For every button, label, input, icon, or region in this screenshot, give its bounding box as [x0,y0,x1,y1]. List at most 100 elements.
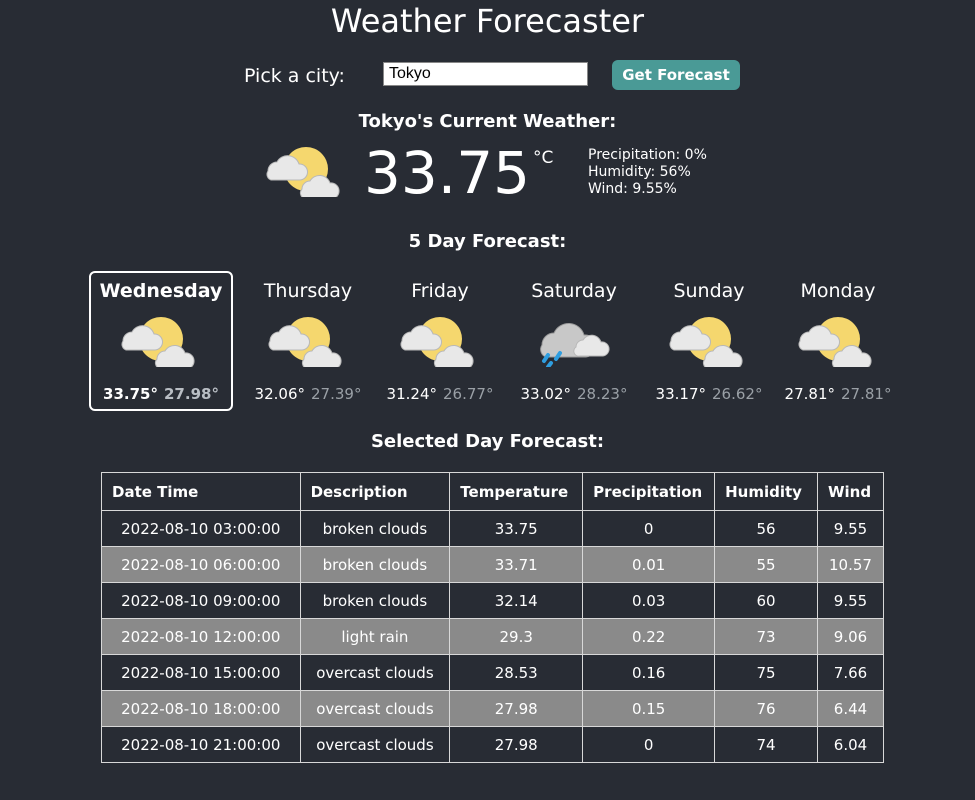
datetime-cell: 2022-08-10 15:00:00 [101,654,301,691]
day-temperatures: 33.75° 27.98° [91,385,231,403]
wind-cell: 9.55 [817,582,884,619]
temperature-cell: 32.14 [449,582,584,619]
temperature-cell: 29.3 [449,618,584,655]
description-cell: broken clouds [299,510,451,547]
column-header: Humidity [714,472,818,511]
day-name: Saturday [531,280,617,302]
table-row: 2022-08-10 12:00:00 light rain 29.3 0.22… [101,618,884,655]
wind-cell: 9.55 [817,510,884,547]
table-header-row: Date Time Description Temperature Precip… [101,472,884,511]
column-header: Wind [817,472,884,511]
day-temperatures: 33.17° 26.62° [642,385,776,403]
selected-day-heading: Selected Day Forecast: [370,431,605,452]
get-forecast-button[interactable]: Get Forecast [612,60,740,90]
day-card-thursday[interactable]: Thursday 32.06° 27.39° [237,271,379,411]
city-picker: Pick a city: Get Forecast [0,60,975,92]
five-day-forecast: Wednesday 33.75° 27.98° Thursday 32.06° … [0,271,975,411]
partly-cloudy-icon [794,315,882,370]
city-picker-label: Pick a city: [244,65,345,87]
humidity-cell: 56 [714,510,818,547]
day-temperatures: 33.02° 28.23° [506,385,642,403]
day-low: 27.39° [311,385,362,403]
day-temperatures: 27.81° 27.81° [776,385,900,403]
day-card-wednesday[interactable]: Wednesday 33.75° 27.98° [89,271,233,411]
selected-day-table: Date Time Description Temperature Precip… [101,472,884,763]
column-header: Precipitation [582,472,716,511]
day-name: Sunday [673,280,745,302]
datetime-cell: 2022-08-10 03:00:00 [101,510,301,547]
day-name: Thursday [263,280,353,302]
wind-cell: 6.44 [817,690,884,727]
weather-app: Weather Forecaster Pick a city: Get Fore… [0,0,975,800]
temperature-cell: 33.75 [449,510,584,547]
day-card-saturday[interactable]: Saturday 33.02° 28.23° [506,271,642,411]
datetime-cell: 2022-08-10 18:00:00 [101,690,301,727]
precipitation-cell: 0.03 [582,582,716,619]
precipitation-cell: 0.01 [582,546,716,583]
current-details: Precipitation: 0% Humidity: 56% Wind: 9.… [588,147,707,198]
day-card-sunday[interactable]: Sunday 33.17° 26.62° [642,271,776,411]
day-low: 27.81° [841,385,892,403]
table-row: 2022-08-10 18:00:00 overcast clouds 27.9… [101,690,884,727]
datetime-cell: 2022-08-10 09:00:00 [101,582,301,619]
day-high: 33.17° [655,385,706,403]
table-row: 2022-08-10 09:00:00 broken clouds 32.14 … [101,582,884,619]
day-temperatures: 31.24° 26.77° [374,385,506,403]
current-wind: Wind: 9.55% [588,181,677,197]
rain-cloud-icon [530,315,618,369]
precipitation-cell: 0 [582,726,716,763]
day-low: 26.77° [443,385,494,403]
day-high: 33.02° [520,385,571,403]
description-cell: overcast clouds [299,726,451,763]
datetime-cell: 2022-08-10 12:00:00 [101,618,301,655]
humidity-cell: 73 [714,618,818,655]
day-high: 32.06° [254,385,305,403]
day-name: Wednesday [99,280,223,302]
humidity-cell: 60 [714,582,818,619]
current-temperature: 33.75 [364,139,531,207]
current-humidity: Humidity: 56% [588,164,691,180]
current-precipitation: Precipitation: 0% [588,147,707,163]
temperature-cell: 28.53 [449,654,584,691]
precipitation-cell: 0 [582,510,716,547]
humidity-cell: 55 [714,546,818,583]
column-header: Temperature [449,472,584,511]
day-high: 31.24° [386,385,437,403]
day-name: Monday [800,280,876,302]
table-row: 2022-08-10 03:00:00 broken clouds 33.75 … [101,510,884,547]
wind-cell: 9.06 [817,618,884,655]
current-weather-heading: Tokyo's Current Weather: [358,111,617,132]
day-high: 33.75° [103,385,158,403]
day-low: 27.98° [164,385,219,403]
humidity-cell: 74 [714,726,818,763]
description-cell: overcast clouds [299,690,451,727]
temperature-cell: 27.98 [449,690,584,727]
day-card-friday[interactable]: Friday 31.24° 26.77° [374,271,506,411]
temperature-cell: 33.71 [449,546,584,583]
wind-cell: 6.04 [817,726,884,763]
humidity-cell: 76 [714,690,818,727]
city-input[interactable] [383,62,588,86]
day-temperatures: 32.06° 27.39° [237,385,379,403]
day-card-monday[interactable]: Monday 27.81° 27.81° [776,271,900,411]
table-row: 2022-08-10 06:00:00 broken clouds 33.71 … [101,546,884,583]
wind-cell: 7.66 [817,654,884,691]
precipitation-cell: 0.16 [582,654,716,691]
day-low: 26.62° [712,385,763,403]
description-cell: broken clouds [299,582,451,619]
description-cell: light rain [299,618,451,655]
day-high: 27.81° [784,385,835,403]
partly-cloudy-icon [117,315,205,370]
precipitation-cell: 0.22 [582,618,716,655]
temperature-unit: °C [533,148,554,168]
partly-cloudy-icon [396,315,484,370]
partly-cloudy-icon [262,145,350,200]
precipitation-cell: 0.15 [582,690,716,727]
description-cell: broken clouds [299,546,451,583]
day-name: Friday [411,280,469,302]
partly-cloudy-icon [264,315,352,370]
datetime-cell: 2022-08-10 06:00:00 [101,546,301,583]
five-day-heading: 5 Day Forecast: [408,231,567,252]
table-row: 2022-08-10 15:00:00 overcast clouds 28.5… [101,654,884,691]
datetime-cell: 2022-08-10 21:00:00 [101,726,301,763]
